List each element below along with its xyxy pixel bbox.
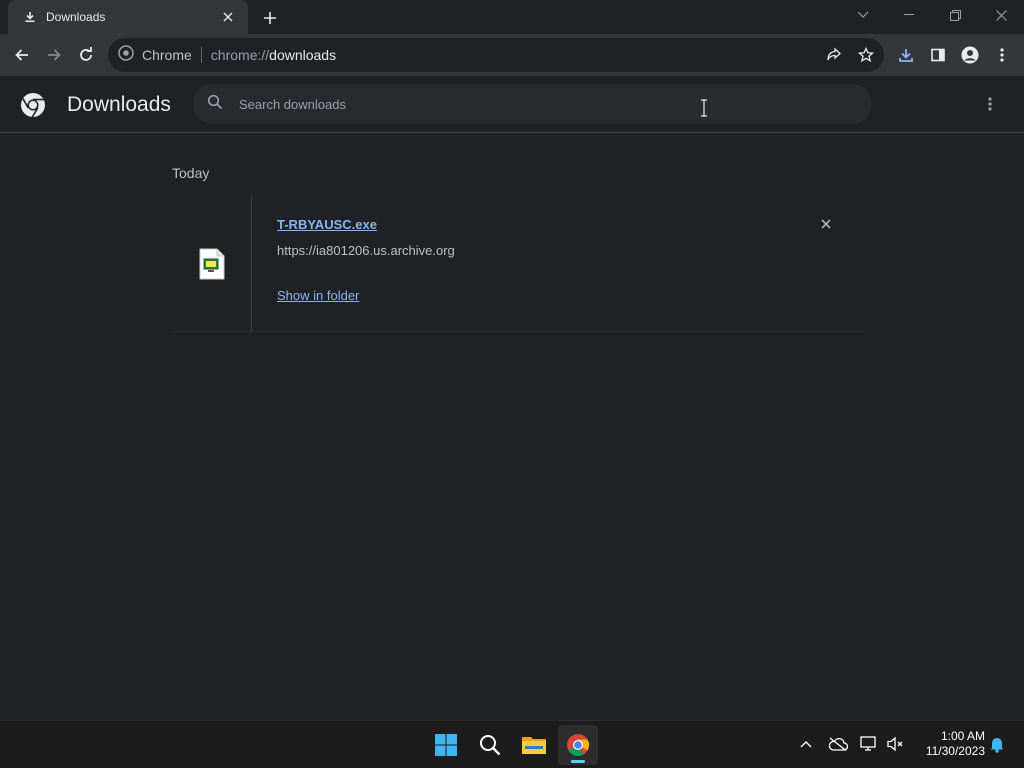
url-path: downloads — [269, 47, 337, 63]
tab-close-icon[interactable] — [218, 7, 238, 27]
file-source-url: https://ia801206.us.archive.org — [277, 243, 455, 258]
search-icon — [207, 94, 223, 115]
volume-muted-icon[interactable] — [884, 733, 906, 755]
search-box[interactable] — [193, 84, 872, 124]
side-panel-icon[interactable] — [924, 41, 952, 69]
text-cursor-icon — [699, 99, 709, 117]
network-icon[interactable] — [858, 733, 880, 755]
chrome-logo-icon — [20, 92, 46, 118]
more-actions-icon[interactable] — [978, 92, 1002, 116]
omnibox-divider — [200, 47, 202, 63]
windows-taskbar: 1:00 AM 11/30/2023 — [0, 720, 1024, 768]
start-button[interactable] — [426, 725, 466, 765]
active-app-indicator — [571, 760, 585, 763]
clock-date: 11/30/2023 — [925, 744, 985, 758]
chrome-logo-icon — [118, 44, 134, 66]
close-window-button[interactable] — [978, 0, 1024, 30]
system-clock[interactable]: 1:00 AM 11/30/2023 — [915, 729, 985, 759]
remove-from-list-icon[interactable] — [816, 214, 836, 234]
restore-button[interactable] — [932, 0, 978, 30]
bookmark-star-icon[interactable] — [852, 41, 880, 69]
browser-toolbar: Chrome chrome://downloads — [0, 34, 1024, 76]
clock-time: 1:00 AM — [940, 729, 985, 743]
profile-avatar-icon[interactable] — [956, 41, 984, 69]
file-explorer-icon[interactable] — [514, 725, 554, 765]
omnibox-chip: Chrome — [142, 47, 192, 63]
chrome-taskbar-icon[interactable] — [558, 725, 598, 765]
file-name-link[interactable]: T-RBYAUSC.exe — [277, 217, 377, 232]
date-section-label: Today — [172, 165, 210, 181]
show-hidden-icons-chevron-icon[interactable] — [795, 733, 817, 755]
onedrive-offline-icon[interactable] — [827, 733, 849, 755]
show-in-folder-link[interactable]: Show in folder — [277, 288, 359, 303]
download-item: T-RBYAUSC.exe https://ia801206.us.archiv… — [172, 196, 864, 332]
file-icon-column — [172, 196, 252, 332]
tab-downloads[interactable]: Downloads — [8, 0, 248, 34]
notifications-bell-icon[interactable] — [986, 733, 1008, 755]
chrome-menu-icon[interactable] — [988, 41, 1016, 69]
exe-file-icon — [199, 248, 225, 280]
url-scheme: chrome:// — [210, 47, 270, 63]
omnibox-url: chrome://downloads — [211, 47, 336, 63]
address-bar[interactable]: Chrome chrome://downloads — [108, 38, 884, 72]
share-icon[interactable] — [820, 41, 848, 69]
downloads-header: Downloads — [0, 76, 1024, 133]
tab-title: Downloads — [46, 10, 106, 24]
tab-search-chevron-icon[interactable] — [840, 0, 886, 30]
taskbar-search-icon[interactable] — [470, 725, 510, 765]
back-button[interactable] — [8, 41, 36, 69]
page-title: Downloads — [67, 93, 171, 116]
minimize-button[interactable] — [886, 0, 932, 30]
tab-strip: Downloads — [0, 0, 1024, 34]
downloads-button[interactable] — [892, 41, 920, 69]
forward-button[interactable] — [40, 41, 68, 69]
download-icon — [22, 9, 38, 25]
search-input[interactable] — [239, 96, 839, 112]
new-tab-button[interactable] — [258, 6, 282, 30]
reload-button[interactable] — [72, 41, 100, 69]
